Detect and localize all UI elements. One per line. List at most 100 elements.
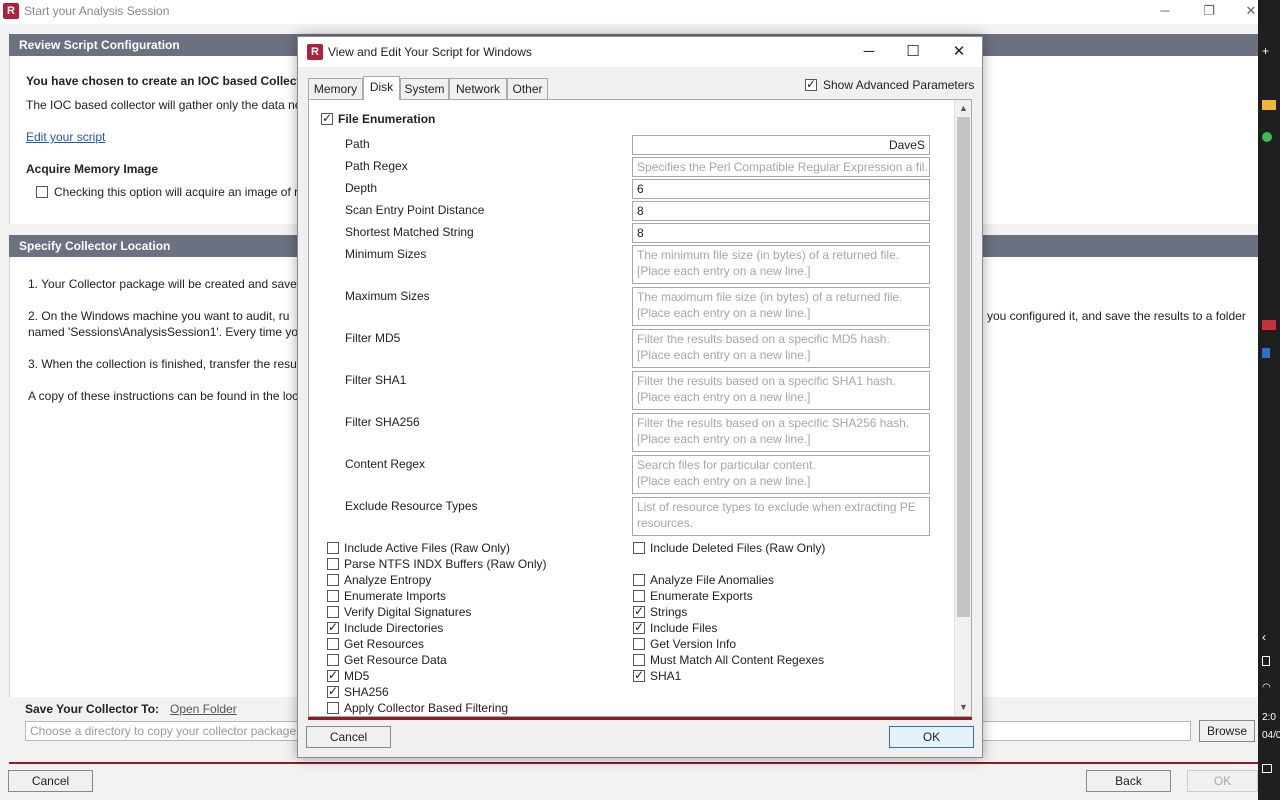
analyze-entropy-checkbox[interactable] bbox=[327, 574, 339, 586]
wifi-icon[interactable]: ◠ bbox=[1262, 682, 1276, 693]
sha256-checkbox[interactable] bbox=[327, 684, 339, 698]
acquire-memory-label: Checking this option will acquire an ima… bbox=[54, 185, 299, 199]
chevron-left-icon[interactable]: ‹ bbox=[1262, 630, 1276, 644]
browse-button[interactable]: Browse bbox=[1199, 720, 1255, 742]
folder-icon[interactable] bbox=[1262, 100, 1276, 110]
md5-checkbox[interactable] bbox=[327, 668, 339, 682]
filter-sha256-textarea[interactable]: Filter the results based on a specific S… bbox=[632, 413, 930, 452]
scrollbar-thumb[interactable] bbox=[957, 117, 970, 617]
show-advanced-label: Show Advanced Parameters bbox=[823, 78, 975, 92]
tab-other[interactable]: Other bbox=[507, 78, 548, 99]
dialog-close-icon[interactable]: ✕ bbox=[944, 42, 974, 62]
filter-md5-placeholder: Filter the results based on a specific M… bbox=[637, 332, 890, 346]
include-active-files-checkbox[interactable] bbox=[327, 542, 339, 554]
vscode-icon[interactable] bbox=[1262, 348, 1270, 358]
dialog-minimize-icon[interactable]: ─ bbox=[854, 42, 884, 62]
depth-label: Depth bbox=[345, 181, 378, 195]
get-resources-label: Get Resources bbox=[344, 637, 425, 651]
sha1-label: SHA1 bbox=[650, 669, 682, 683]
tab-system[interactable]: System bbox=[400, 78, 449, 99]
maximum-sizes-placeholder-hint: [Place each entry on a new line.] bbox=[637, 306, 811, 320]
disk-tab-panel: File Enumeration Path DaveS Path Regex S… bbox=[308, 99, 972, 717]
must-match-all-content-regexes-label: Must Match All Content Regexes bbox=[650, 653, 825, 667]
include-directories-label: Include Directories bbox=[344, 621, 444, 635]
get-version-info-label: Get Version Info bbox=[650, 637, 737, 651]
scan-entry-point-input[interactable]: 8 bbox=[632, 201, 930, 221]
content-regex-placeholder: Search files for particular content. bbox=[637, 458, 816, 472]
must-match-all-content-regexes-checkbox[interactable] bbox=[633, 654, 645, 666]
path-regex-label: Path Regex bbox=[345, 159, 408, 173]
scroll-down-icon[interactable]: ▼ bbox=[957, 700, 970, 714]
edit-script-link[interactable]: Edit your script bbox=[26, 130, 105, 144]
enumerate-imports-checkbox[interactable] bbox=[327, 590, 339, 602]
open-folder-link[interactable]: Open Folder bbox=[170, 702, 237, 716]
step-2-text-line2: named 'Sessions\AnalysisSession1'. Every… bbox=[28, 325, 305, 339]
window-titlebar: R Start your Analysis Session ─ ❐ ✕ bbox=[0, 0, 1258, 24]
filter-md5-textarea[interactable]: Filter the results based on a specific M… bbox=[632, 329, 930, 368]
cancel-button[interactable]: Cancel bbox=[8, 770, 93, 792]
restore-icon[interactable]: ❐ bbox=[1194, 2, 1224, 20]
get-resource-data-checkbox[interactable] bbox=[327, 654, 339, 666]
include-deleted-files-checkbox[interactable] bbox=[633, 542, 645, 554]
include-active-files-label: Include Active Files (Raw Only) bbox=[344, 541, 511, 555]
strings-checkbox[interactable] bbox=[633, 604, 645, 618]
filter-sha1-textarea[interactable]: Filter the results based on a specific S… bbox=[632, 371, 930, 410]
clock-date[interactable]: 04/0 bbox=[1262, 730, 1280, 741]
dialog-cancel-button[interactable]: Cancel bbox=[306, 726, 391, 748]
show-advanced-checkbox[interactable] bbox=[805, 77, 817, 91]
depth-input[interactable]: 6 bbox=[632, 179, 930, 199]
maximum-sizes-textarea[interactable]: The maximum file size (in bytes) of a re… bbox=[632, 287, 930, 326]
taskbar-app-icon[interactable]: + bbox=[1262, 44, 1276, 58]
include-deleted-files-label: Include Deleted Files (Raw Only) bbox=[650, 541, 826, 555]
get-resources-checkbox[interactable] bbox=[327, 638, 339, 650]
include-files-checkbox[interactable] bbox=[633, 620, 645, 634]
minimize-icon[interactable]: ─ bbox=[1150, 2, 1180, 20]
content-regex-textarea[interactable]: Search files for particular content. [Pl… bbox=[632, 455, 930, 494]
filter-sha1-placeholder-hint: [Place each entry on a new line.] bbox=[637, 390, 811, 404]
content-regex-label: Content Regex bbox=[345, 457, 426, 471]
shortest-matched-string-input[interactable]: 8 bbox=[632, 223, 930, 243]
battery-icon[interactable] bbox=[1262, 656, 1270, 666]
minimum-sizes-textarea[interactable]: The minimum file size (in bytes) of a re… bbox=[632, 245, 930, 284]
analyze-file-anomalies-checkbox[interactable] bbox=[633, 574, 645, 586]
notification-icon[interactable] bbox=[1262, 764, 1272, 773]
maximum-sizes-placeholder: The maximum file size (in bytes) of a re… bbox=[637, 290, 903, 304]
tab-network[interactable]: Network bbox=[449, 78, 507, 99]
include-directories-checkbox[interactable] bbox=[327, 620, 339, 634]
path-regex-input[interactable]: Specifies the Perl Compatible Regular Ex… bbox=[632, 157, 930, 177]
file-enumeration-checkbox[interactable] bbox=[321, 111, 333, 125]
md5-label: MD5 bbox=[344, 669, 370, 683]
maximum-sizes-label: Maximum Sizes bbox=[345, 289, 430, 303]
minimum-sizes-placeholder-hint: [Place each entry on a new line.] bbox=[637, 264, 811, 278]
tab-disk[interactable]: Disk bbox=[363, 76, 400, 100]
chrome-icon[interactable] bbox=[1262, 132, 1272, 142]
filter-sha256-placeholder: Filter the results based on a specific S… bbox=[637, 416, 910, 430]
filter-md5-placeholder-hint: [Place each entry on a new line.] bbox=[637, 348, 811, 362]
acquire-memory-title: Acquire Memory Image bbox=[26, 162, 159, 176]
verify-digital-signatures-checkbox[interactable] bbox=[327, 606, 339, 618]
enumerate-imports-label: Enumerate Imports bbox=[344, 589, 447, 603]
panel-scrollbar[interactable]: ▲ ▼ bbox=[954, 100, 971, 716]
parse-ntfs-indx-checkbox[interactable] bbox=[327, 558, 339, 570]
dialog-ok-button[interactable]: OK bbox=[889, 726, 974, 748]
enumerate-exports-label: Enumerate Exports bbox=[650, 589, 753, 603]
minimum-sizes-label: Minimum Sizes bbox=[345, 247, 427, 261]
tab-memory[interactable]: Memory bbox=[308, 78, 363, 99]
apply-collector-filtering-checkbox[interactable] bbox=[327, 702, 339, 714]
scroll-up-icon[interactable]: ▲ bbox=[957, 101, 970, 115]
app-logo-icon: R bbox=[3, 3, 19, 19]
dialog-maximize-icon[interactable]: ☐ bbox=[898, 42, 928, 62]
include-files-label: Include Files bbox=[650, 621, 718, 635]
enumerate-exports-checkbox[interactable] bbox=[633, 590, 645, 602]
sha1-checkbox[interactable] bbox=[633, 668, 645, 682]
clock-time[interactable]: 2:0 bbox=[1262, 712, 1276, 723]
back-button[interactable]: Back bbox=[1086, 770, 1171, 792]
ok-button[interactable]: OK bbox=[1187, 770, 1258, 792]
sha256-label: SHA256 bbox=[344, 685, 389, 699]
path-input[interactable]: DaveS bbox=[632, 135, 930, 155]
get-version-info-checkbox[interactable] bbox=[633, 638, 645, 650]
filter-sha256-placeholder-hint: [Place each entry on a new line.] bbox=[637, 432, 811, 446]
exclude-resource-types-textarea[interactable]: List of resource types to exclude when e… bbox=[632, 497, 930, 536]
acquire-memory-checkbox[interactable] bbox=[36, 186, 48, 198]
app-taskbar-icon[interactable] bbox=[1262, 320, 1276, 330]
